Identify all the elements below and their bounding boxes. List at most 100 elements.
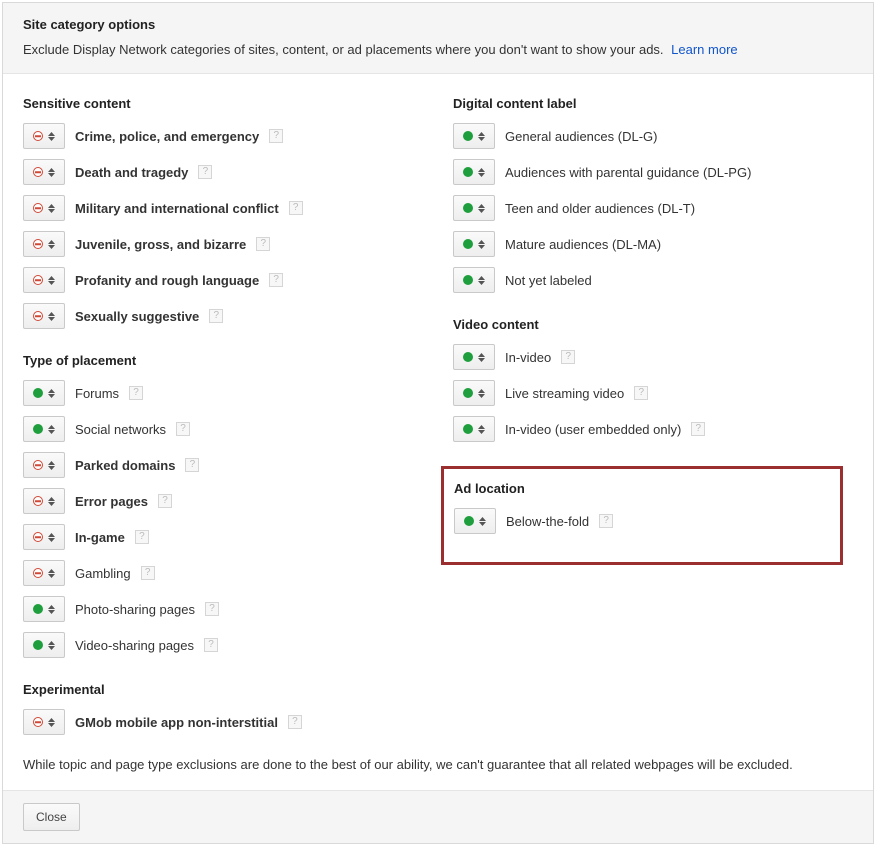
category-row: Sexually suggestive? — [23, 303, 423, 329]
status-toggle[interactable] — [23, 123, 65, 149]
ad-location-heading: Ad location — [454, 481, 830, 496]
help-icon[interactable]: ? — [599, 514, 613, 528]
help-icon[interactable]: ? — [135, 530, 149, 544]
panel-title: Site category options — [23, 17, 853, 32]
excluded-icon — [33, 496, 43, 506]
status-toggle[interactable] — [453, 159, 495, 185]
status-toggle[interactable] — [23, 303, 65, 329]
category-row: Live streaming video? — [453, 380, 853, 406]
help-icon[interactable]: ? — [691, 422, 705, 436]
category-row: Video-sharing pages? — [23, 632, 423, 658]
included-icon — [33, 640, 43, 650]
help-icon[interactable]: ? — [158, 494, 172, 508]
status-toggle[interactable] — [453, 380, 495, 406]
sort-icon — [479, 517, 486, 526]
help-icon[interactable]: ? — [198, 165, 212, 179]
status-toggle[interactable] — [23, 524, 65, 550]
status-toggle[interactable] — [453, 123, 495, 149]
included-icon — [463, 388, 473, 398]
type-of-placement-heading: Type of placement — [23, 353, 423, 368]
status-toggle[interactable] — [23, 452, 65, 478]
status-toggle[interactable] — [23, 159, 65, 185]
category-row: Death and tragedy? — [23, 159, 423, 185]
video-content-list: In-video? Live streaming video? In-video (… — [453, 344, 853, 442]
status-toggle[interactable] — [23, 195, 65, 221]
status-toggle[interactable] — [453, 344, 495, 370]
site-category-panel: Site category options Exclude Display Ne… — [2, 2, 874, 844]
exclusion-note: While topic and page type exclusions are… — [23, 753, 853, 780]
help-icon[interactable]: ? — [269, 129, 283, 143]
category-row: Below-the-fold? — [454, 508, 830, 534]
status-toggle[interactable] — [453, 195, 495, 221]
panel-header: Site category options Exclude Display Ne… — [3, 3, 873, 74]
sort-icon — [478, 276, 485, 285]
sort-icon — [48, 425, 55, 434]
category-row: Social networks? — [23, 416, 423, 442]
category-row: Parked domains? — [23, 452, 423, 478]
learn-more-link[interactable]: Learn more — [671, 42, 737, 57]
status-toggle[interactable] — [23, 231, 65, 257]
category-label: Below-the-fold — [506, 514, 589, 529]
category-label: Sexually suggestive — [75, 309, 199, 324]
status-toggle[interactable] — [454, 508, 496, 534]
subtitle-text: Exclude Display Network categories of si… — [23, 42, 664, 57]
included-icon — [33, 388, 43, 398]
help-icon[interactable]: ? — [209, 309, 223, 323]
category-label: Teen and older audiences (DL-T) — [505, 201, 695, 216]
sort-icon — [48, 569, 55, 578]
help-icon[interactable]: ? — [204, 638, 218, 652]
excluded-icon — [33, 311, 43, 321]
help-icon[interactable]: ? — [269, 273, 283, 287]
help-icon[interactable]: ? — [141, 566, 155, 580]
close-button[interactable]: Close — [23, 803, 80, 831]
help-icon[interactable]: ? — [129, 386, 143, 400]
sort-icon — [48, 461, 55, 470]
help-icon[interactable]: ? — [176, 422, 190, 436]
category-row: Profanity and rough language? — [23, 267, 423, 293]
included-icon — [463, 131, 473, 141]
category-label: Juvenile, gross, and bizarre — [75, 237, 246, 252]
left-column: Sensitive content Crime, police, and eme… — [23, 90, 423, 745]
help-icon[interactable]: ? — [205, 602, 219, 616]
help-icon[interactable]: ? — [634, 386, 648, 400]
sort-icon — [478, 389, 485, 398]
excluded-icon — [33, 532, 43, 542]
status-toggle[interactable] — [23, 416, 65, 442]
help-icon[interactable]: ? — [289, 201, 303, 215]
included-icon — [463, 239, 473, 249]
category-row: In-video (user embedded only)? — [453, 416, 853, 442]
status-toggle[interactable] — [453, 416, 495, 442]
panel-subtitle: Exclude Display Network categories of si… — [23, 42, 853, 57]
category-row: Military and international conflict? — [23, 195, 423, 221]
help-icon[interactable]: ? — [256, 237, 270, 251]
category-label: Death and tragedy — [75, 165, 188, 180]
category-row: In-video? — [453, 344, 853, 370]
status-toggle[interactable] — [23, 380, 65, 406]
excluded-icon — [33, 167, 43, 177]
included-icon — [463, 203, 473, 213]
category-label: In-game — [75, 530, 125, 545]
status-toggle[interactable] — [23, 267, 65, 293]
status-toggle[interactable] — [23, 632, 65, 658]
status-toggle[interactable] — [453, 231, 495, 257]
status-toggle[interactable] — [23, 560, 65, 586]
category-row: Crime, police, and emergency? — [23, 123, 423, 149]
help-icon[interactable]: ? — [288, 715, 302, 729]
status-toggle[interactable] — [23, 596, 65, 622]
panel-body: Sensitive content Crime, police, and eme… — [3, 74, 873, 790]
category-label: Video-sharing pages — [75, 638, 194, 653]
category-label: Crime, police, and emergency — [75, 129, 259, 144]
status-toggle[interactable] — [453, 267, 495, 293]
help-icon[interactable]: ? — [561, 350, 575, 364]
excluded-icon — [33, 717, 43, 727]
excluded-icon — [33, 275, 43, 285]
status-toggle[interactable] — [23, 488, 65, 514]
sensitive-content-heading: Sensitive content — [23, 96, 423, 111]
excluded-icon — [33, 131, 43, 141]
category-row: Juvenile, gross, and bizarre? — [23, 231, 423, 257]
sort-icon — [48, 533, 55, 542]
category-label: In-video (user embedded only) — [505, 422, 681, 437]
included-icon — [463, 424, 473, 434]
status-toggle[interactable] — [23, 709, 65, 735]
help-icon[interactable]: ? — [185, 458, 199, 472]
